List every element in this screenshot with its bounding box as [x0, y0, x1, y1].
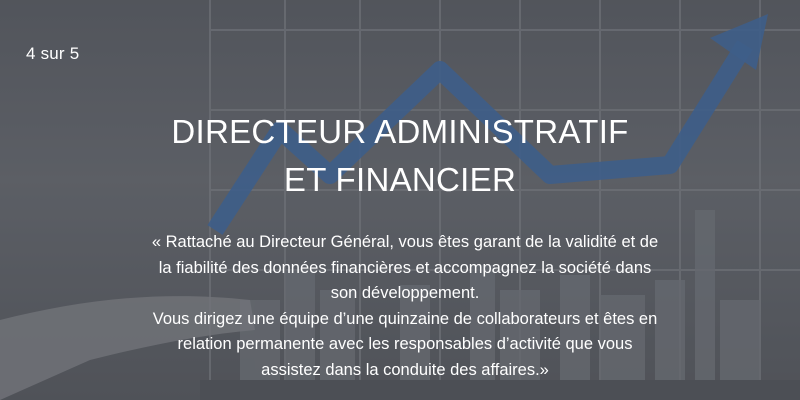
job-description: « Rattaché au Directeur Général, vous êt…: [60, 230, 750, 383]
description-line: relation permanente avec les responsable…: [177, 335, 633, 353]
description-line: son développement.: [330, 284, 480, 302]
description-line: la fiabilité des données financières et …: [158, 258, 652, 277]
slide: 4 sur 5 DIRECTEUR ADMINISTRATIF ET FINAN…: [0, 0, 800, 400]
slide-counter: 4 sur 5: [26, 44, 80, 63]
slide-title-line-1: DIRECTEUR ADMINISTRATIF: [171, 113, 629, 150]
slide-title-line-2: ET FINANCIER: [283, 161, 517, 198]
description-line: Vous dirigez une équipe d’une quinzaine …: [152, 309, 658, 328]
description-line: assistez dans la conduite des affaires.»: [261, 360, 549, 379]
description-line: « Rattaché au Directeur Général, vous êt…: [151, 233, 659, 251]
